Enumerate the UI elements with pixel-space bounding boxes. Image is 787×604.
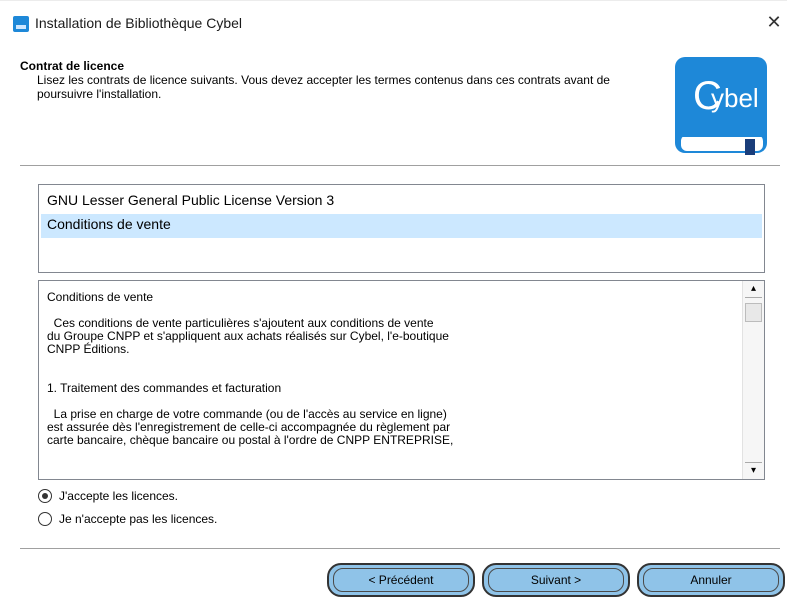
scroll-up-icon[interactable]: ▴ — [745, 281, 762, 298]
logo-text: ybel — [711, 83, 759, 113]
header-panel: Contrat de licence Lisez les contrats de… — [0, 44, 787, 164]
app-icon — [13, 16, 29, 32]
close-button[interactable]: ✕ — [764, 12, 784, 32]
decline-radio-option[interactable]: Je n'accepte pas les licences. — [38, 510, 217, 527]
license-list[interactable]: GNU Lesser General Public License Versio… — [38, 184, 765, 273]
previous-button[interactable]: < Précédent — [327, 563, 475, 597]
license-paragraph: La prise en charge de votre commande (ou… — [47, 407, 454, 447]
cybel-logo: C ybel — [675, 57, 767, 155]
scroll-thumb[interactable] — [745, 303, 762, 322]
title-bar: Installation de Bibliothèque Cybel ✕ — [0, 0, 787, 44]
license-text-content: Conditions de vente Ces conditions de ve… — [47, 291, 737, 447]
license-section-heading: 1. Traitement des commandes et facturati… — [47, 381, 282, 395]
vertical-scrollbar[interactable]: ▴ ▾ — [742, 281, 764, 479]
license-text-area[interactable]: Conditions de vente Ces conditions de ve… — [38, 280, 765, 480]
license-paragraph: Ces conditions de vente particulières s'… — [47, 316, 449, 356]
list-item-gnu-lgpl[interactable]: GNU Lesser General Public License Versio… — [39, 190, 764, 214]
accept-radio-option[interactable]: J'accepte les licences. — [38, 487, 178, 504]
header-divider — [20, 165, 780, 166]
scroll-down-icon[interactable]: ▾ — [745, 462, 762, 479]
page-description: Lisez les contrats de licence suivants. … — [37, 73, 610, 101]
accept-radio[interactable] — [38, 488, 52, 503]
list-item-conditions-de-vente[interactable]: Conditions de vente — [41, 214, 762, 238]
accept-radio-label[interactable]: J'accepte les licences. — [59, 489, 178, 503]
window-title: Installation de Bibliothèque Cybel — [35, 15, 243, 31]
footer-divider — [20, 548, 780, 549]
license-heading: Conditions de vente — [47, 290, 154, 304]
cancel-button[interactable]: Annuler — [637, 563, 785, 597]
decline-radio-label[interactable]: Je n'accepte pas les licences. — [59, 512, 217, 526]
decline-radio[interactable] — [38, 511, 52, 526]
page-title: Contrat de licence — [20, 59, 125, 73]
next-button[interactable]: Suivant > — [482, 563, 630, 597]
